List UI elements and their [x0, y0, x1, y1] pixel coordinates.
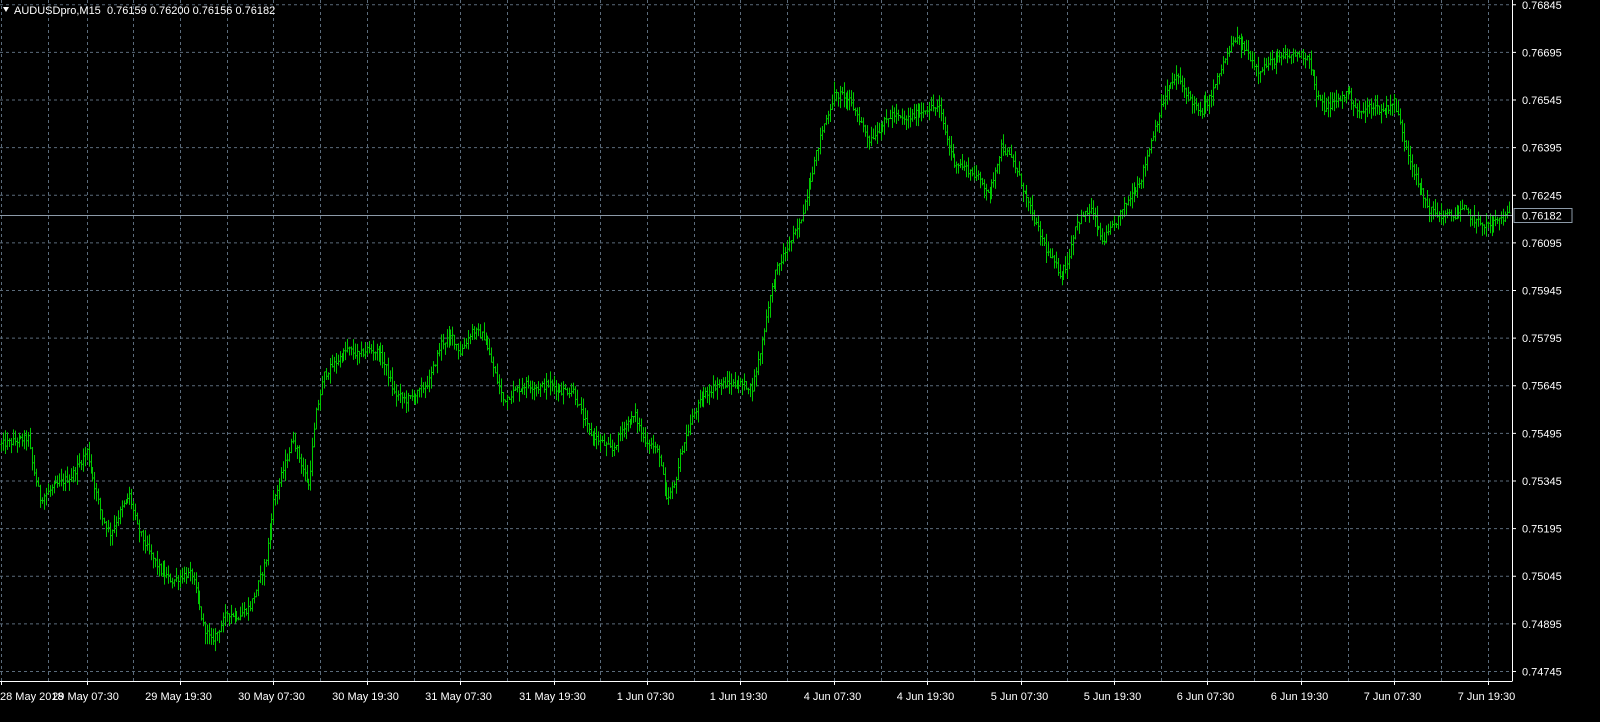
- y-tick-label: 0.75645: [1522, 381, 1562, 393]
- x-tick-label: 29 May 19:30: [145, 691, 212, 703]
- x-tick-label: 30 May 19:30: [332, 691, 399, 703]
- x-tick-label: 7 Jun 07:30: [1364, 691, 1422, 703]
- x-tick-label: 6 Jun 07:30: [1177, 691, 1235, 703]
- x-tick-label: 30 May 07:30: [238, 691, 305, 703]
- y-tick-label: 0.76395: [1522, 143, 1562, 155]
- y-tick-label: 0.74745: [1522, 666, 1562, 678]
- y-tick-label: 0.75195: [1522, 524, 1562, 536]
- x-tick-label: 4 Jun 07:30: [804, 691, 862, 703]
- y-tick-label: 0.75945: [1522, 285, 1562, 297]
- x-tick-label: 4 Jun 19:30: [897, 691, 955, 703]
- current-price-label-text: 0.76182: [1522, 211, 1562, 223]
- x-tick-label: 7 Jun 19:30: [1458, 691, 1516, 703]
- x-tick-label: 1 Jun 07:30: [617, 691, 675, 703]
- x-tick-label: 29 May 07:30: [52, 691, 119, 703]
- y-tick-label: 0.76845: [1522, 0, 1562, 12]
- x-tick-label: 5 Jun 19:30: [1084, 691, 1142, 703]
- y-tick-label: 0.76545: [1522, 95, 1562, 107]
- x-tick-label: 1 Jun 19:30: [710, 691, 768, 703]
- y-tick-label: 0.75495: [1522, 428, 1562, 440]
- y-tick-label: 0.76245: [1522, 190, 1562, 202]
- y-tick-label: 0.75345: [1522, 476, 1562, 488]
- symbol-timeframe-label: AUDUSDpro,M15: [14, 5, 101, 17]
- x-tick-label: 31 May 19:30: [519, 691, 586, 703]
- y-tick-label: 0.75795: [1522, 333, 1562, 345]
- ohlc-values: 0.76159 0.76200 0.76156 0.76182: [107, 5, 275, 17]
- price-chart-canvas[interactable]: 0.76845 0.76695 0.76545 0.76395 0.76245 0.760…: [0, 0, 1600, 717]
- y-tick-label: 0.76695: [1522, 47, 1562, 59]
- y-tick-label: 0.75045: [1522, 571, 1562, 583]
- chart-header: AUDUSDpro,M15 0.76159 0.76200 0.76156 0.…: [3, 5, 275, 17]
- x-tick-label: 6 Jun 19:30: [1271, 691, 1329, 703]
- y-tick-label: 0.76095: [1522, 238, 1562, 250]
- x-tick-label: 5 Jun 07:30: [991, 691, 1049, 703]
- y-tick-label: 0.74895: [1522, 619, 1562, 631]
- trading-chart[interactable]: 0.76845 0.76695 0.76545 0.76395 0.76245 0.760…: [0, 0, 1600, 717]
- current-price-label: 0.76182: [1513, 208, 1573, 223]
- x-tick-label: 31 May 07:30: [425, 691, 492, 703]
